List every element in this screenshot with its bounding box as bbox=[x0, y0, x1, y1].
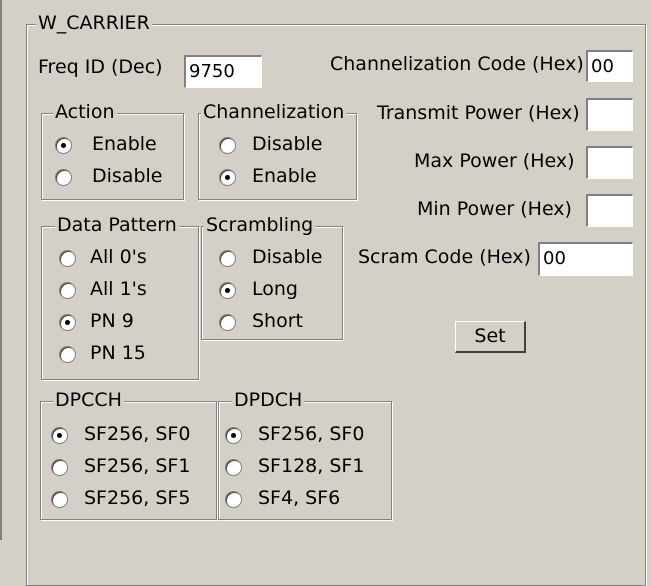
data-pattern-all0-label: All 0's bbox=[90, 246, 147, 268]
action-enable-label: Enable bbox=[92, 133, 157, 155]
data-pattern-pn9-radio[interactable] bbox=[59, 314, 76, 331]
dpcch-sf256-sf1-radio[interactable] bbox=[51, 459, 68, 476]
data-pattern-pn9-label: PN 9 bbox=[90, 310, 134, 332]
dpdch-sf256-sf0-radio[interactable] bbox=[225, 427, 242, 444]
dpcch-sf256-sf5-radio[interactable] bbox=[51, 491, 68, 508]
data-pattern-pn15-label: PN 15 bbox=[90, 342, 146, 364]
dpdch-sf128-sf1-radio[interactable] bbox=[225, 459, 242, 476]
action-disable-radio[interactable] bbox=[55, 169, 72, 186]
channelization-disable-radio[interactable] bbox=[219, 137, 236, 154]
dpdch-sf4-sf6-radio[interactable] bbox=[225, 491, 242, 508]
channelization-code-label: Channelization Code (Hex) bbox=[330, 53, 584, 75]
w-carrier-title: W_CARRIER bbox=[36, 12, 152, 34]
scrambling-long-radio[interactable] bbox=[219, 282, 236, 299]
freq-id-input[interactable]: 9750 bbox=[184, 55, 262, 88]
set-button[interactable]: Set bbox=[455, 321, 526, 353]
channelization-title: Channelization bbox=[201, 101, 347, 123]
transmit-power-label: Transmit Power (Hex) bbox=[377, 102, 580, 124]
action-enable-radio[interactable] bbox=[55, 137, 72, 154]
dpdch-sf4-sf6-label: SF4, SF6 bbox=[258, 487, 341, 509]
scrambling-long-label: Long bbox=[252, 278, 298, 300]
scrambling-short-radio[interactable] bbox=[219, 314, 236, 331]
channelization-enable-radio[interactable] bbox=[219, 169, 236, 186]
dpdch-sf128-sf1-label: SF128, SF1 bbox=[258, 455, 365, 477]
data-pattern-all1-radio[interactable] bbox=[59, 282, 76, 299]
data-pattern-title: Data Pattern bbox=[55, 214, 179, 236]
data-pattern-all0-radio[interactable] bbox=[59, 250, 76, 267]
scrambling-disable-label: Disable bbox=[252, 246, 323, 268]
window-left-edge bbox=[0, 0, 2, 540]
dpcch-title: DPCCH bbox=[53, 389, 124, 411]
min-power-input[interactable] bbox=[586, 194, 633, 227]
transmit-power-input[interactable] bbox=[586, 98, 633, 131]
dpdch-title: DPDCH bbox=[232, 389, 305, 411]
scrambling-short-label: Short bbox=[252, 310, 303, 332]
dpcch-sf256-sf0-radio[interactable] bbox=[51, 427, 68, 444]
action-disable-label: Disable bbox=[92, 165, 163, 187]
data-pattern-pn15-radio[interactable] bbox=[59, 346, 76, 363]
dpcch-sf256-sf5-label: SF256, SF5 bbox=[84, 487, 191, 509]
dpcch-sf256-sf1-label: SF256, SF1 bbox=[84, 455, 191, 477]
scram-code-input[interactable]: 00 bbox=[538, 242, 633, 276]
min-power-label: Min Power (Hex) bbox=[417, 198, 572, 220]
max-power-input[interactable] bbox=[586, 146, 633, 179]
action-title: Action bbox=[53, 101, 117, 123]
max-power-label: Max Power (Hex) bbox=[414, 150, 575, 172]
data-pattern-all1-label: All 1's bbox=[90, 278, 147, 300]
scram-code-label: Scram Code (Hex) bbox=[358, 246, 531, 268]
scrambling-disable-radio[interactable] bbox=[219, 250, 236, 267]
freq-id-label: Freq ID (Dec) bbox=[38, 56, 163, 78]
channelization-disable-label: Disable bbox=[252, 133, 323, 155]
scrambling-title: Scrambling bbox=[204, 214, 316, 236]
channelization-enable-label: Enable bbox=[252, 165, 317, 187]
dpdch-sf256-sf0-label: SF256, SF0 bbox=[258, 423, 365, 445]
dpcch-sf256-sf0-label: SF256, SF0 bbox=[84, 423, 191, 445]
channelization-code-input[interactable]: 00 bbox=[586, 50, 633, 82]
